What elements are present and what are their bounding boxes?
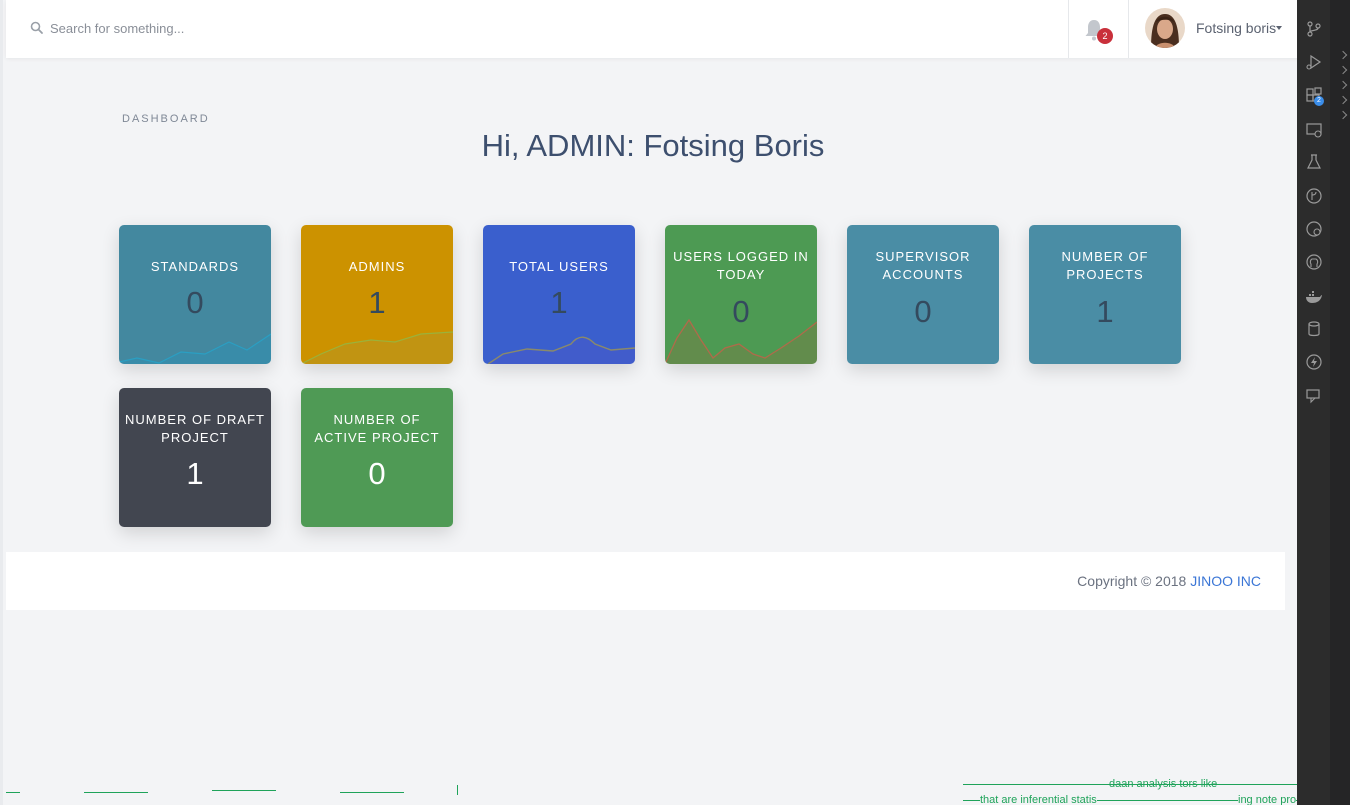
extensions-badge: 2 [1314, 96, 1324, 106]
git-history-icon[interactable] [1305, 220, 1323, 238]
breadcrumb: DASHBOARD [122, 113, 210, 125]
card-label: SUPERVISOR ACCOUNTS [875, 249, 971, 282]
stat-card-admins[interactable]: ADMINS 1 [301, 225, 453, 364]
lightning-icon[interactable] [1305, 353, 1323, 371]
stat-card-active-projects[interactable]: NUMBER OF ACTIVE PROJECT 0 [301, 388, 453, 527]
overlay-line [84, 792, 148, 793]
copyright-label: Copyright © 2018 [1077, 573, 1187, 589]
stat-card-total-users[interactable]: TOTAL USERS 1 [483, 225, 635, 364]
database-icon[interactable] [1305, 320, 1323, 338]
topbar-divider [1068, 0, 1069, 58]
card-value: 0 [368, 456, 386, 491]
overlay-line [340, 792, 404, 793]
stat-card-supervisor-accounts[interactable]: SUPERVISOR ACCOUNTS 0 [847, 225, 999, 364]
card-label: ADMINS [348, 259, 406, 274]
sparkline [301, 331, 453, 364]
source-control-icon[interactable] [1305, 20, 1323, 38]
sparkline [665, 318, 817, 364]
overlay-line [212, 790, 276, 791]
overlay-text: ing note pro [1238, 794, 1297, 805]
stat-card-standards[interactable]: STANDARDS 0 [119, 225, 271, 364]
git-graph-icon[interactable] [1305, 187, 1323, 205]
overlay-line [457, 785, 458, 795]
sparkline [487, 336, 635, 364]
stat-card-number-of-projects[interactable]: NUMBER OF PROJECTS 1 [1029, 225, 1181, 364]
card-label: STANDARDS [150, 259, 240, 274]
overlay-text: that are inferential statis [980, 794, 1097, 805]
card-label: NUMBER OF ACTIVE PROJECT [314, 412, 440, 445]
card-value: 0 [914, 294, 932, 329]
sparkline [119, 333, 271, 364]
card-value: 1 [1096, 294, 1114, 329]
stat-card-draft-projects[interactable]: NUMBER OF DRAFT PROJECT 1 [119, 388, 271, 527]
card-label: TOTAL USERS [509, 259, 609, 274]
stat-card-users-logged-in-today[interactable]: USERS LOGGED IN TODAY 0 [665, 225, 817, 364]
topbar-divider [1128, 0, 1129, 58]
comments-icon[interactable] [1305, 387, 1323, 405]
user-menu-name[interactable]: Fotsing boris [1196, 20, 1276, 36]
overlay-text: daan analysis tors like [1109, 778, 1218, 790]
footer: Copyright © 2018 JINOO INC [6, 552, 1285, 610]
notification-count-badge: 2 [1097, 28, 1113, 44]
company-link[interactable]: JINOO INC [1190, 573, 1261, 589]
docker-icon[interactable] [1305, 288, 1323, 306]
card-label: NUMBER OF DRAFT PROJECT [125, 412, 265, 445]
remote-explorer-icon[interactable] [1305, 121, 1323, 139]
side-panel-strip [1330, 0, 1350, 805]
avatar-image [1145, 8, 1185, 48]
app-window: 2 Fotsing boris DASHBOARD Hi, ADMIN: Fot… [0, 0, 1300, 805]
testing-icon[interactable] [1305, 153, 1323, 171]
page-title: Hi, ADMIN: Fotsing Boris [481, 128, 825, 163]
run-debug-icon[interactable] [1305, 53, 1323, 71]
card-value: 1 [186, 456, 204, 491]
search-icon [30, 21, 43, 34]
search-input[interactable] [50, 14, 650, 42]
chevron-down-icon[interactable] [1276, 26, 1282, 30]
card-label: NUMBER OF PROJECTS [1061, 249, 1149, 282]
avatar[interactable] [1145, 8, 1185, 48]
card-label: USERS LOGGED IN TODAY [673, 249, 809, 282]
github-icon[interactable] [1305, 253, 1323, 271]
copyright-text: Copyright © 2018 JINOO INC [1077, 573, 1261, 589]
overlay-line [6, 792, 20, 793]
